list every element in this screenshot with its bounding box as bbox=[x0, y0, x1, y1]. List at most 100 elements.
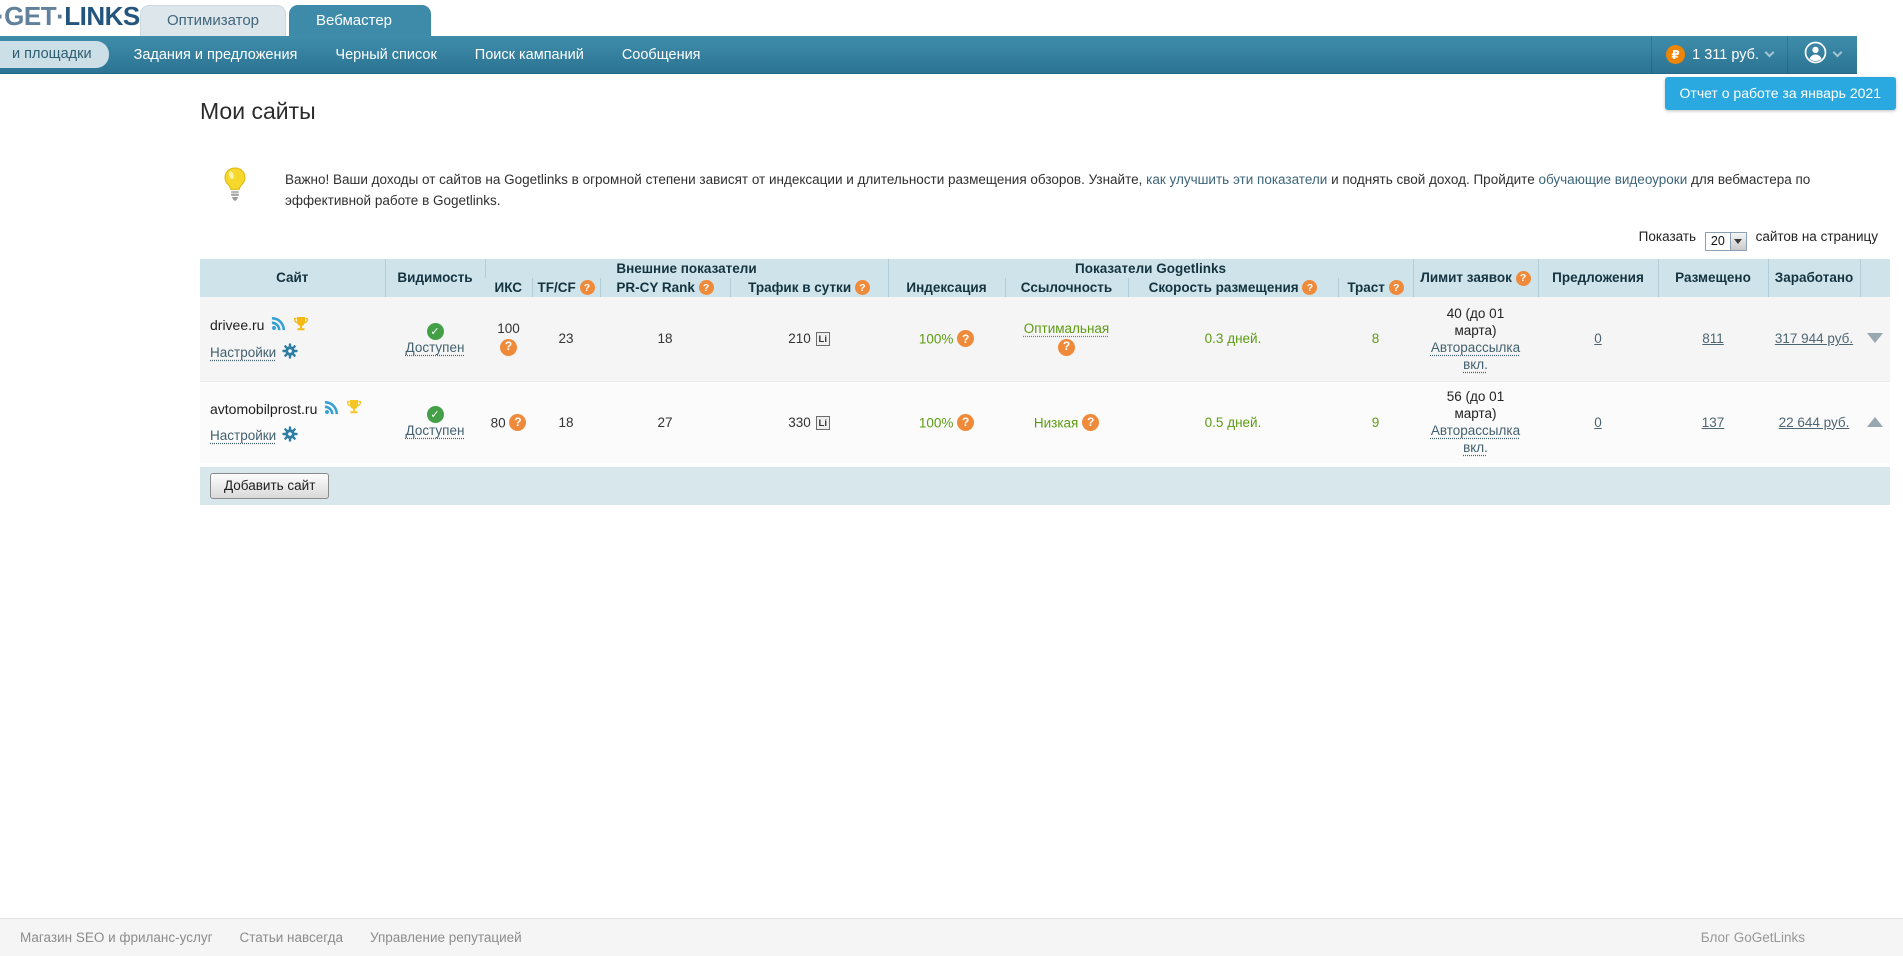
iks-cell: 100 ? bbox=[485, 297, 532, 381]
nav-item-platforms[interactable]: и площадки bbox=[0, 41, 109, 68]
col-header-earned: Заработано bbox=[1767, 258, 1860, 297]
help-icon[interactable]: ? bbox=[1058, 339, 1075, 357]
per-page-select[interactable]: 20 bbox=[1704, 231, 1747, 251]
offers-link[interactable]: 0 bbox=[1594, 415, 1602, 430]
indexing-cell: 100% ? bbox=[888, 381, 1005, 465]
limit-value: 56 (до 01 марта) bbox=[1446, 389, 1505, 422]
per-page-value: 20 bbox=[1710, 234, 1725, 248]
footer-link-blog[interactable]: Блог GoGetLinks bbox=[1701, 930, 1805, 945]
nav-item-messages[interactable]: Сообщения bbox=[603, 47, 720, 63]
site-cell: avtomobilprost.ru Настройки bbox=[200, 381, 385, 465]
col-header-indexing: Индексация bbox=[887, 277, 1005, 297]
main-content: Мои сайты Важно! Ваши доходы от сайтов н… bbox=[200, 98, 1890, 505]
help-icon[interactable]: ? bbox=[1302, 280, 1318, 295]
logo-prefix: ·GET· bbox=[0, 1, 65, 31]
help-icon[interactable]: ? bbox=[957, 413, 975, 431]
speed-value: 0.5 дней. bbox=[1204, 414, 1262, 430]
prcy-cell: 27 bbox=[657, 414, 673, 430]
nav-item-tasks[interactable]: Задания и предложения bbox=[115, 47, 317, 63]
balance-amount: 1 311 руб. bbox=[1692, 46, 1759, 63]
limit-cell: 40 (до 01 марта) Авторассылка вкл. bbox=[1413, 297, 1538, 381]
help-icon[interactable]: ? bbox=[957, 330, 975, 348]
iks-value: 80 bbox=[490, 415, 506, 431]
improve-metrics-link[interactable]: как улучшить эти показатели bbox=[1146, 172, 1327, 187]
nav-item-search-campaigns[interactable]: Поиск кампаний bbox=[456, 47, 603, 63]
autosend-link[interactable]: Авторассылка вкл. bbox=[1431, 340, 1520, 372]
group-header-external: Внешние показатели bbox=[484, 258, 888, 278]
col-header-visibility: Видимость bbox=[384, 258, 485, 297]
logo[interactable]: ·GET·LINKS bbox=[0, 1, 140, 32]
expand-down-icon[interactable] bbox=[1867, 333, 1883, 344]
settings-link[interactable]: Настройки bbox=[210, 345, 276, 360]
footer-link-reputation[interactable]: Управление репутацией bbox=[370, 930, 522, 945]
visibility-status[interactable]: Доступен bbox=[406, 423, 465, 438]
autosend-link[interactable]: Авторассылка вкл. bbox=[1431, 423, 1520, 455]
iks-cell: 80 ? bbox=[485, 381, 532, 465]
logo-name: LINKS bbox=[64, 1, 140, 31]
tab-optimizer[interactable]: Оптимизатор bbox=[140, 5, 287, 36]
traffic-value: 210 bbox=[788, 331, 811, 347]
earned-cell: 22 644 руб. bbox=[1768, 381, 1860, 465]
traffic-cell: 330 Li bbox=[730, 381, 888, 465]
settings-link[interactable]: Настройки bbox=[210, 428, 276, 443]
trophy-icon[interactable] bbox=[293, 316, 309, 335]
nav-item-blacklist[interactable]: Черный список bbox=[316, 47, 455, 63]
placed-link[interactable]: 811 bbox=[1702, 331, 1724, 346]
offers-link[interactable]: 0 bbox=[1594, 331, 1602, 346]
speed-value: 0.3 дней. bbox=[1204, 331, 1262, 347]
col-header-offers: Предложения bbox=[1537, 258, 1658, 297]
chevron-down-icon bbox=[1832, 47, 1843, 58]
trophy-icon[interactable] bbox=[346, 399, 362, 418]
footer-link-articles[interactable]: Статьи навсегда bbox=[240, 930, 343, 945]
video-lessons-link[interactable]: обучающие видеоуроки bbox=[1538, 172, 1687, 187]
col-header-speed: Скорость размещения ? bbox=[1127, 277, 1338, 297]
per-page-control: Показать 20 сайтов на страницу bbox=[200, 229, 1890, 251]
speed-cell: 0.3 дней. bbox=[1128, 297, 1338, 381]
help-icon[interactable]: ? bbox=[579, 280, 595, 295]
help-icon[interactable]: ? bbox=[509, 413, 527, 431]
check-circle-icon: ✓ bbox=[426, 406, 444, 424]
gear-icon[interactable] bbox=[282, 426, 298, 445]
col-header-iks: ИКС bbox=[485, 277, 532, 297]
gear-icon[interactable] bbox=[282, 343, 298, 362]
placed-link[interactable]: 137 bbox=[1702, 415, 1725, 430]
site-cell: drivee.ru Настройки bbox=[200, 297, 385, 381]
tab-webmaster[interactable]: Вебмастер bbox=[289, 5, 431, 36]
help-icon[interactable]: ? bbox=[500, 339, 517, 357]
placed-cell: 811 bbox=[1658, 297, 1768, 381]
add-site-button[interactable]: Добавить сайт bbox=[210, 473, 330, 499]
notification-banner[interactable]: Отчет о работе за январь 2021 bbox=[1664, 77, 1896, 110]
balance-menu[interactable]: ₽ 1 311 руб. bbox=[1651, 36, 1787, 73]
top-header: ·GET·LINKS Оптимизатор Вебмастер bbox=[0, 0, 1903, 36]
offers-cell: 0 bbox=[1538, 297, 1658, 381]
user-menu[interactable] bbox=[1787, 36, 1857, 73]
per-page-label-before: Показать bbox=[1638, 229, 1697, 244]
indexing-value: 100% bbox=[918, 331, 954, 347]
help-icon[interactable]: ? bbox=[1515, 270, 1531, 286]
help-icon[interactable]: ? bbox=[698, 280, 714, 295]
linking-value[interactable]: Оптимальная bbox=[1024, 321, 1110, 336]
help-icon[interactable]: ? bbox=[1388, 280, 1404, 295]
footer-link-shop[interactable]: Магазин SEO и фриланс-услуг bbox=[20, 930, 213, 945]
help-icon[interactable]: ? bbox=[854, 280, 870, 295]
rss-icon[interactable] bbox=[271, 316, 286, 334]
my-sites-table: Сайт Видимость Внешние показатели Показа… bbox=[200, 258, 1890, 505]
expand-up-icon[interactable] bbox=[1867, 416, 1883, 427]
role-tabs: Оптимизатор Вебмастер bbox=[140, 5, 431, 36]
group-header-gogetlinks: Показатели Gogetlinks bbox=[887, 258, 1413, 278]
visibility-status[interactable]: Доступен bbox=[406, 340, 465, 355]
earned-link[interactable]: 317 944 руб. bbox=[1775, 331, 1853, 346]
trust-value: 9 bbox=[1371, 414, 1380, 430]
select-arrow-icon[interactable] bbox=[1729, 232, 1746, 250]
liveinternet-icon[interactable]: Li bbox=[815, 415, 830, 430]
expand-cell bbox=[1860, 381, 1890, 465]
liveinternet-icon[interactable]: Li bbox=[815, 332, 830, 347]
help-icon[interactable]: ? bbox=[1082, 413, 1100, 431]
traffic-label: Трафик в сутки bbox=[748, 279, 852, 295]
trust-cell: 8 bbox=[1338, 297, 1413, 381]
earned-link[interactable]: 22 644 руб. bbox=[1779, 415, 1850, 430]
col-header-limit: Лимит заявок ? bbox=[1412, 258, 1538, 297]
tfcf-cell: 18 bbox=[558, 414, 574, 430]
linking-cell: Низкая ? bbox=[1005, 381, 1128, 465]
rss-icon[interactable] bbox=[324, 400, 339, 418]
